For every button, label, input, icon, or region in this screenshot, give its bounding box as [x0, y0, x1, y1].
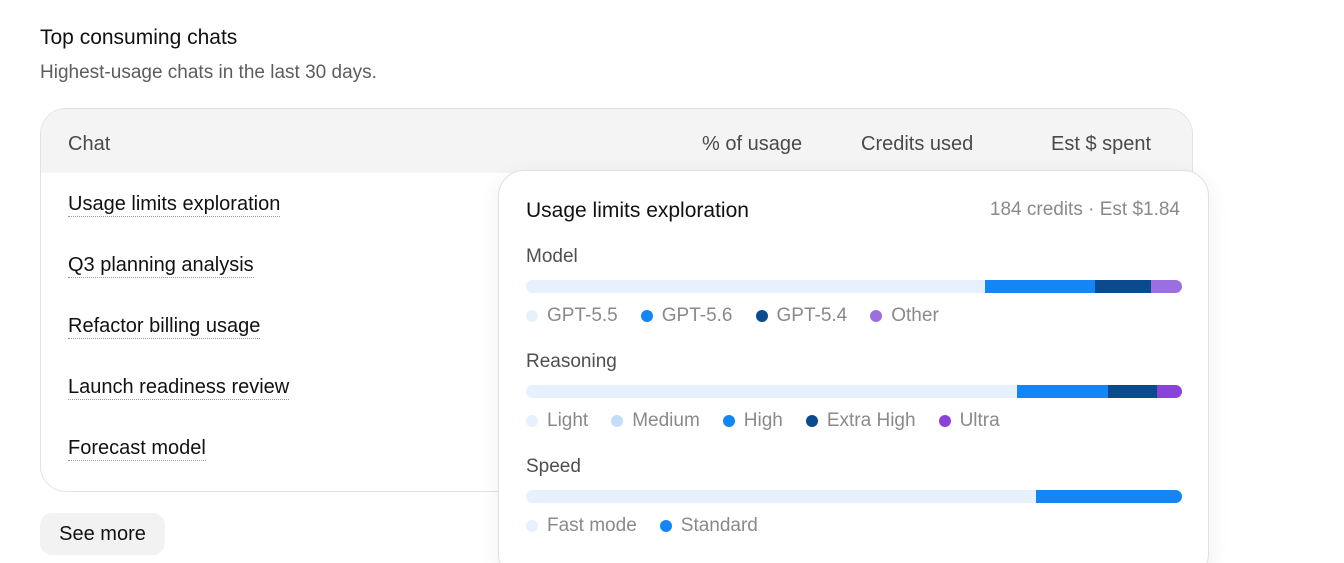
column-header-chat[interactable]: Chat — [68, 133, 110, 156]
speed-bar — [526, 490, 1182, 503]
legend-dot — [526, 310, 538, 322]
legend-dot — [722, 415, 735, 427]
bar-segment — [526, 385, 1017, 398]
see-more-button[interactable]: See more — [40, 513, 165, 555]
column-header-spent[interactable]: Est $ spent — [1051, 133, 1151, 156]
legend-dot — [526, 520, 538, 532]
legend-dot — [938, 415, 951, 427]
legend-item: Ultra — [938, 410, 1000, 432]
bar-segment — [1016, 385, 1108, 398]
bar-segment — [1095, 280, 1152, 293]
legend-dot — [611, 415, 624, 427]
speed-legend: Fast mode Standard — [526, 515, 781, 537]
legend-item: Other — [870, 305, 939, 327]
speed-label: Speed — [526, 456, 581, 477]
legend-dot — [870, 310, 883, 322]
reasoning-label: Reasoning — [526, 351, 617, 372]
usage-breakdown-popover: Usage limits exploration 184 credits · E… — [498, 170, 1209, 563]
legend-item: GPT-5.5 — [526, 305, 618, 327]
column-header-credits[interactable]: Credits used — [861, 133, 973, 156]
bar-segment — [526, 490, 1036, 503]
popover-meta: 184 credits · Est $1.84 — [989, 199, 1180, 220]
bar-segment — [1107, 385, 1158, 398]
chat-link[interactable]: Forecast model — [68, 437, 206, 461]
legend-dot — [755, 310, 768, 322]
legend-item: Extra High — [805, 410, 916, 432]
bar-segment — [1157, 385, 1182, 398]
chat-link[interactable]: Refactor billing usage — [68, 315, 261, 339]
chat-link[interactable]: Usage limits exploration — [68, 193, 281, 217]
legend-dot — [640, 310, 653, 322]
model-legend: GPT-5.5 GPT-5.6 GPT-5.4 Other — [526, 305, 962, 327]
popover-title: Usage limits exploration — [526, 199, 749, 222]
legend-item: GPT-5.6 — [640, 305, 733, 327]
model-label: Model — [526, 246, 578, 267]
legend-item: Standard — [659, 515, 758, 537]
legend-dot — [526, 415, 538, 427]
bar-segment — [985, 280, 1096, 293]
table-header: Chat % of usage Credits used Est $ spent — [41, 109, 1192, 173]
chat-link[interactable]: Launch readiness review — [68, 376, 290, 400]
section-title: Top consuming chats — [40, 26, 238, 49]
bar-segment — [1151, 280, 1182, 293]
bar-segment — [526, 280, 986, 293]
legend-item: Medium — [611, 410, 700, 432]
section-subtitle: Highest-usage chats in the last 30 days. — [40, 62, 377, 83]
reasoning-legend: Light Medium High Extra High Ultra — [526, 410, 1023, 432]
column-header-usage[interactable]: % of usage — [702, 133, 802, 156]
legend-dot — [659, 520, 672, 532]
bar-segment — [1035, 490, 1182, 503]
legend-item: High — [722, 410, 783, 432]
legend-item: Fast mode — [526, 515, 637, 537]
legend-item: GPT-5.4 — [755, 305, 847, 327]
reasoning-bar — [526, 385, 1182, 398]
chat-link[interactable]: Q3 planning analysis — [68, 254, 254, 278]
legend-dot — [805, 415, 818, 427]
model-bar — [526, 280, 1182, 293]
legend-item: Light — [526, 410, 588, 432]
